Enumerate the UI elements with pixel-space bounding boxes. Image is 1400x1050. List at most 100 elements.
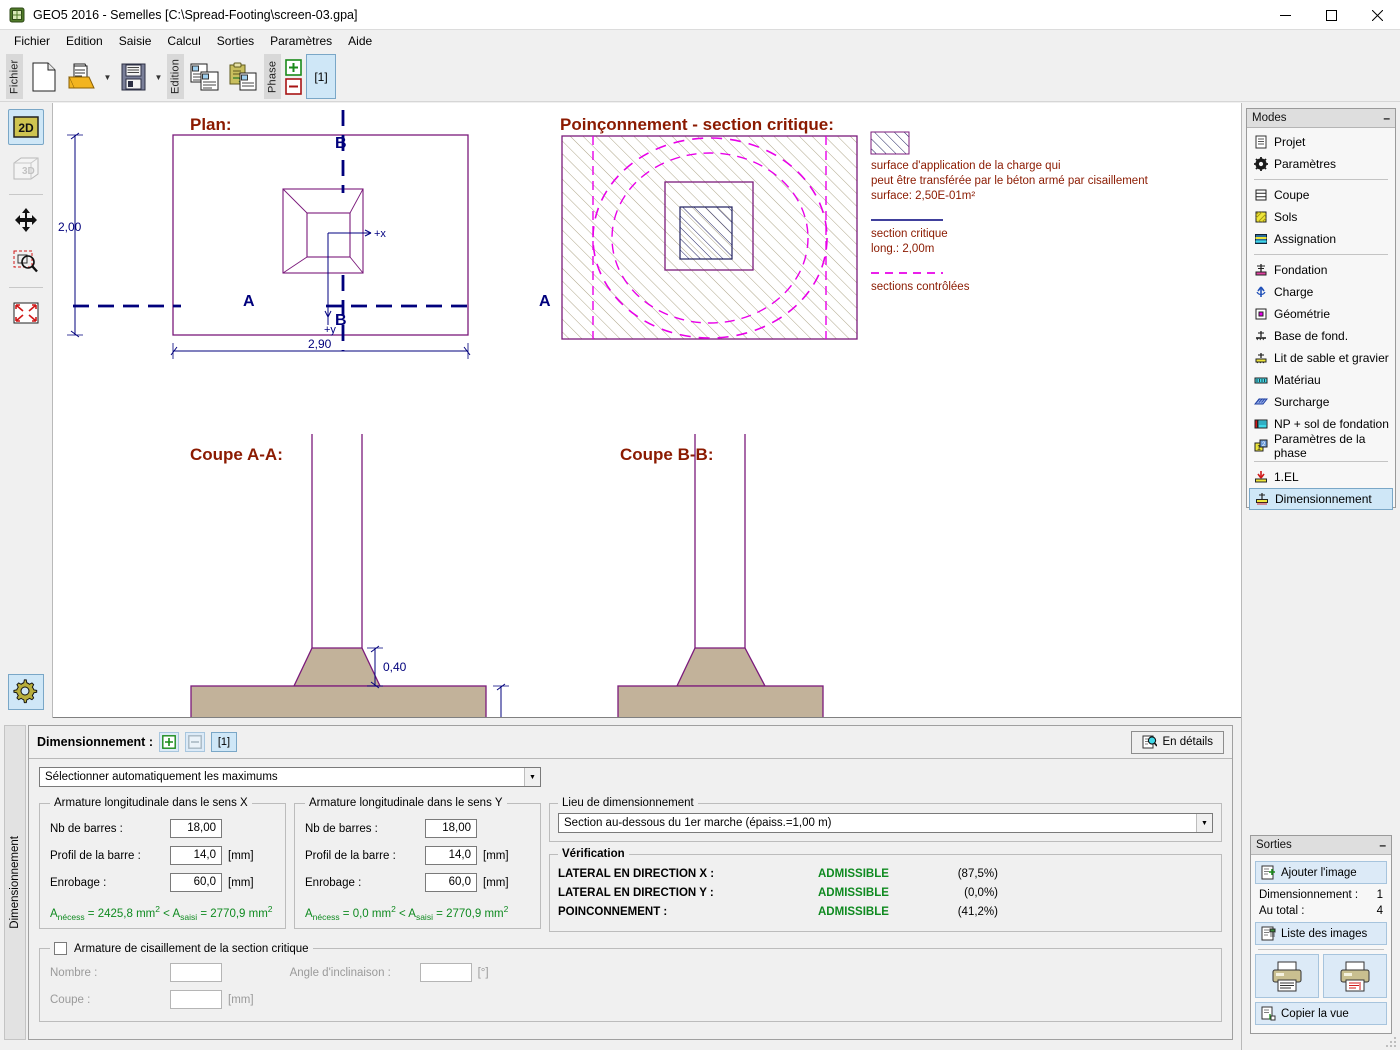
print-preview-button[interactable] [1323,954,1387,998]
verification-name-2: POINCONNEMENT : [558,905,668,918]
sidebar-item-base-de-fond[interactable]: Base de fond. [1249,325,1393,347]
menu-edition[interactable]: Edition [58,32,111,50]
location-chevron-down-icon[interactable]: ▼ [1196,814,1212,832]
menu-saisie[interactable]: Saisie [111,32,160,50]
surcharge-icon [1253,395,1268,410]
auto-max-select-value: Sélectionner automatiquement les maximum… [45,771,278,783]
x-cover-input[interactable]: 60,0 [170,873,222,892]
x-bars-count-input[interactable]: 18,00 [170,819,222,838]
modes-divider-1 [1254,179,1388,180]
maximize-button[interactable] [1308,0,1354,30]
sidebar-item-coupe[interactable]: Coupe [1249,184,1393,206]
open-folder-icon [68,63,95,89]
menu-parametres[interactable]: Paramètres [262,32,340,50]
paste-button[interactable] [225,54,261,100]
modes-minimize-icon[interactable]: – [1383,112,1390,124]
sidebar-item-assignation[interactable]: Assignation [1249,228,1393,250]
x-bar-profile-input[interactable]: 14,0 [170,846,222,865]
close-button[interactable] [1354,0,1400,30]
dimensioning-remove-button[interactable] [185,732,205,752]
legend-hatch-line-1: surface d'application de la charge qui [871,160,1061,172]
add-image-button[interactable]: Ajouter l'image [1255,861,1387,884]
details-button[interactable]: En détails [1131,730,1224,754]
phase-index-button[interactable]: [1] [306,54,336,99]
image-list-button[interactable]: Liste des images [1255,922,1387,945]
menu-calcul[interactable]: Calcul [159,32,208,50]
sidebar-label-surcharge: Surcharge [1274,395,1330,409]
sidebar-item-materiau[interactable]: Matériau [1249,369,1393,391]
legend-solid-line-1: section critique [871,228,948,240]
sidebar-label-np-sol-fondation: NP + sol de fondation [1274,417,1389,431]
sidebar-label-materiau: Matériau [1274,373,1321,387]
new-document-button[interactable] [26,54,62,100]
phase-add-button[interactable] [285,59,302,76]
y-note-sub2: saisi [415,912,433,923]
pan-tool-button[interactable] [8,202,44,238]
modes-divider-2 [1254,254,1388,255]
zoom-window-button[interactable] [8,244,44,280]
punching-title: Poinçonnement - section critique: [560,115,834,134]
reinforcement-y-group: Armature longitudinale dans le sens Y Nb… [294,797,541,929]
copy-view-button[interactable]: Copier la vue [1255,1002,1387,1025]
sidebar-item-fondation[interactable]: Fondation [1249,259,1393,281]
gear-icon [13,679,38,704]
shear-right-fields: Angle d'inclinaison : [°] [290,959,489,1013]
dimensioning-index-button[interactable]: [1] [211,732,237,752]
phase-remove-button[interactable] [285,78,302,95]
view-settings-button[interactable] [8,674,44,710]
shear-count-input[interactable] [170,963,222,982]
shear-section-input[interactable] [170,990,222,1009]
minimize-button[interactable] [1262,0,1308,30]
reinforcement-y-legend: Armature longitudinale dans le sens Y [309,797,503,809]
dimensioning-add-button[interactable] [159,732,179,752]
location-select[interactable]: Section au-dessous du 1er marche (épaiss… [558,813,1213,833]
fit-to-screen-button[interactable] [8,295,44,331]
open-file-button[interactable] [64,54,100,100]
sidebar-item-projet[interactable]: Projet [1249,131,1393,153]
sidebar-item-lit-de-sable[interactable]: Lit de sable et gravier [1249,347,1393,369]
y-bars-count-input[interactable]: 18,00 [425,819,477,838]
save-button[interactable] [115,54,151,100]
sidebar-item-geometrie[interactable]: Géométrie [1249,303,1393,325]
menu-sorties[interactable]: Sorties [209,32,262,50]
save-dropdown[interactable]: ▼ [152,53,165,101]
location-select-value: Section au-dessous du 1er marche (épaiss… [564,817,832,829]
copy-icon [190,63,219,91]
y-cover-row: Enrobage : 60,0 [mm] [305,869,530,896]
sidebar-item-parametres-phase[interactable]: 12 Paramètres de la phase [1249,432,1393,460]
view-2d-button[interactable]: 2D [8,109,44,145]
print-document-button[interactable] [1255,954,1319,998]
shear-checkbox[interactable] [54,942,67,955]
copy-button[interactable] [187,54,223,100]
sidebar-item-1el[interactable]: 1.EL [1249,466,1393,488]
sidebar-label-projet: Projet [1274,135,1306,149]
sorties-panel-title: Sorties [1256,839,1292,851]
y-bar-profile-input[interactable]: 14,0 [425,846,477,865]
x-note-mid: = 2425,8 mm [84,907,156,920]
sorties-minimize-icon[interactable]: – [1379,839,1386,851]
sorties-row-value-0: 1 [1376,889,1383,901]
y-cover-input[interactable]: 60,0 [425,873,477,892]
sidebar-item-charge[interactable]: Charge [1249,281,1393,303]
resize-grip[interactable] [1385,1036,1397,1048]
open-file-dropdown[interactable]: ▼ [101,53,114,101]
y-note-mid: = 0,0 mm [339,907,392,920]
sidebar-item-parametres[interactable]: Paramètres [1249,153,1393,175]
chevron-down-icon[interactable]: ▼ [524,768,540,786]
shear-angle-input[interactable] [419,963,472,982]
sidebar-item-sols[interactable]: Sols [1249,206,1393,228]
shear-reinforcement-group: Armature de cisaillement de la section c… [39,942,1222,1022]
view-3d-button[interactable]: 3D [8,151,44,187]
auto-max-select[interactable]: Sélectionner automatiquement les maximum… [39,767,541,787]
menu-fichier[interactable]: Fichier [6,32,58,50]
window-title: GEO5 2016 - Semelles [C:\Spread-Footing\… [33,7,358,22]
sidebar-item-dimensionnement[interactable]: Dimensionnement [1249,488,1393,510]
copy-view-label: Copier la vue [1281,1007,1349,1020]
image-list-icon [1261,926,1276,941]
drawing-canvas[interactable]: Plan: +x +y A A B B 2,00 2,90 Poinçonnem… [53,103,1241,718]
sidebar-item-surcharge[interactable]: Surcharge [1249,391,1393,413]
pedestal-taper-lines [282,188,364,274]
menu-aide[interactable]: Aide [340,32,380,50]
bottom-panel-tab[interactable]: Dimensionnement [4,725,26,1040]
sidebar-label-parametres: Paramètres [1274,157,1337,171]
